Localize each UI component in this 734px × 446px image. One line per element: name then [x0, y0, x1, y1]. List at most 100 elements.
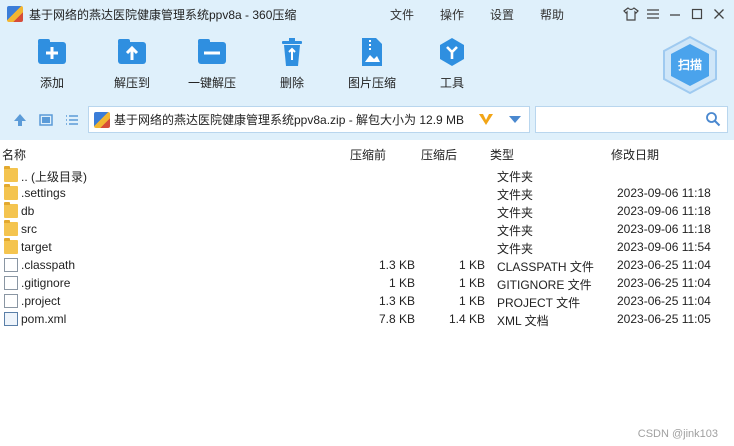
file-date: 2023-09-06 11:54: [617, 240, 711, 254]
window-title: 基于网络的燕达医院健康管理系统ppv8a - 360压缩: [29, 7, 297, 22]
skin-shirt-icon[interactable]: [620, 3, 642, 25]
file-type: XML 文档: [497, 314, 549, 328]
folder-icon: [4, 166, 18, 182]
file-name: .classpath: [21, 258, 76, 272]
list-item[interactable]: .settings 文件夹 2023-09-06 11:18: [0, 184, 734, 202]
extract-folder-icon: [116, 36, 148, 68]
menu-file[interactable]: 文件: [390, 6, 414, 23]
maximize-icon[interactable]: [686, 3, 708, 25]
file-packed: 7.8 KB: [378, 312, 415, 326]
file-icon: [4, 276, 18, 290]
file-type: CLASSPATH 文件: [497, 260, 594, 274]
image-zip-icon: [356, 36, 388, 68]
address-row: 基于网络的燕达医院健康管理系统ppv8a.zip - 解包大小为 12.9 MB: [0, 100, 734, 140]
scan-label: 扫描: [677, 58, 702, 72]
app-logo-icon: [7, 6, 23, 22]
add-icon: [36, 36, 68, 68]
search-icon[interactable]: [705, 111, 721, 127]
file-type: 文件夹: [497, 170, 534, 184]
watermark: CSDN @jink103: [637, 428, 718, 440]
extract-to-button[interactable]: 解压到: [97, 36, 167, 91]
delete-button[interactable]: 删除: [257, 36, 327, 91]
list-item[interactable]: pom.xml 7.8 KB 1.4 KB XML 文档 2023-06-25 …: [0, 310, 734, 328]
add-button[interactable]: 添加: [17, 36, 87, 91]
verified-v-icon: [479, 114, 493, 125]
file-type: PROJECT 文件: [497, 296, 581, 310]
file-name: db: [21, 204, 35, 218]
toolbar: 添加 解压到 一键解压 删除 图片压缩 工具 扫描: [0, 28, 734, 100]
file-name: src: [21, 222, 37, 236]
close-icon[interactable]: [708, 3, 730, 25]
file-packed: 1.3 KB: [378, 294, 415, 308]
file-date: 2023-09-06 11:18: [617, 186, 711, 200]
minimize-icon[interactable]: [664, 3, 686, 25]
folder-icon: [4, 184, 18, 200]
up-arrow-icon[interactable]: [12, 112, 28, 128]
archive-path: 基于网络的燕达医院健康管理系统ppv8a.zip - 解包大小为 12.9 MB: [114, 113, 465, 127]
folder-icon: [4, 220, 18, 236]
column-header: 名称 压缩前 压缩后 类型 修改日期: [0, 142, 734, 164]
file-date: 2023-06-25 11:04: [617, 276, 711, 290]
list-item[interactable]: .classpath 1.3 KB 1 KB CLASSPATH 文件 2023…: [0, 256, 734, 274]
search-input[interactable]: [535, 106, 728, 133]
list-item[interactable]: db 文件夹 2023-09-06 11:18: [0, 202, 734, 220]
folder-icon: [4, 202, 18, 218]
file-date: 2023-09-06 11:18: [617, 222, 711, 236]
file-type: 文件夹: [497, 224, 534, 238]
image-compress-label: 图片压缩: [347, 76, 396, 90]
list-item[interactable]: src 文件夹 2023-09-06 11:18: [0, 220, 734, 238]
one-click-extract-button[interactable]: 一键解压: [177, 36, 247, 91]
thumbnail-view-icon[interactable]: [38, 112, 54, 128]
col-packed[interactable]: 压缩前: [350, 146, 386, 163]
path-dropdown-icon[interactable]: [509, 116, 521, 123]
list-item[interactable]: .gitignore 1 KB 1 KB GITIGNORE 文件 2023-0…: [0, 274, 734, 292]
menu-lines-icon[interactable]: [642, 3, 664, 25]
file-unpacked: 1.4 KB: [448, 312, 485, 326]
file-list: .. (上级目录) 文件夹 .settings 文件夹 2023-09-06 1…: [0, 166, 734, 328]
file-unpacked: 1 KB: [458, 276, 485, 290]
folder-icon: [4, 238, 18, 254]
file-icon: [4, 294, 18, 308]
file-name: .. (上级目录): [21, 170, 87, 184]
path-bar[interactable]: 基于网络的燕达医院健康管理系统ppv8a.zip - 解包大小为 12.9 MB: [88, 106, 530, 133]
menu-settings[interactable]: 设置: [490, 6, 514, 23]
file-packed: 1 KB: [388, 276, 415, 290]
file-date: 2023-06-25 11:04: [617, 258, 711, 272]
file-icon: [4, 258, 18, 272]
col-type[interactable]: 类型: [490, 146, 514, 163]
xml-file-icon: [4, 312, 18, 326]
file-date: 2023-06-25 11:05: [617, 312, 711, 326]
one-click-extract-label: 一键解压: [187, 76, 236, 90]
extract-to-label: 解压到: [113, 76, 150, 90]
tools-hexagon-icon: [436, 36, 468, 68]
add-label: 添加: [39, 76, 64, 90]
one-click-extract-icon: [196, 36, 228, 68]
menu-operate[interactable]: 操作: [440, 6, 464, 23]
image-compress-button[interactable]: 图片压缩: [337, 36, 407, 91]
list-item[interactable]: target 文件夹 2023-09-06 11:54: [0, 238, 734, 256]
col-name[interactable]: 名称: [2, 146, 26, 163]
tools-button[interactable]: 工具: [417, 36, 487, 91]
file-type: 文件夹: [497, 206, 534, 220]
file-type: 文件夹: [497, 188, 534, 202]
col-modified[interactable]: 修改日期: [611, 146, 659, 163]
file-name: pom.xml: [21, 312, 67, 326]
col-unpacked[interactable]: 压缩后: [421, 146, 457, 163]
recycle-bin-icon: [276, 36, 308, 68]
file-type: 文件夹: [497, 242, 534, 256]
file-type: GITIGNORE 文件: [497, 278, 592, 292]
file-packed: 1.3 KB: [378, 258, 415, 272]
scan-button[interactable]: 扫描: [656, 34, 724, 96]
file-unpacked: 1 KB: [458, 258, 485, 272]
file-name: .project: [21, 294, 61, 308]
list-view-icon[interactable]: [64, 112, 80, 128]
menu-help[interactable]: 帮助: [540, 6, 564, 23]
file-date: 2023-06-25 11:04: [617, 294, 711, 308]
list-item[interactable]: .project 1.3 KB 1 KB PROJECT 文件 2023-06-…: [0, 292, 734, 310]
list-item[interactable]: .. (上级目录) 文件夹: [0, 166, 734, 184]
archive-icon: [94, 111, 110, 128]
file-name: .settings: [21, 186, 66, 200]
file-date: 2023-09-06 11:18: [617, 204, 711, 218]
file-unpacked: 1 KB: [458, 294, 485, 308]
file-name: .gitignore: [21, 276, 71, 290]
